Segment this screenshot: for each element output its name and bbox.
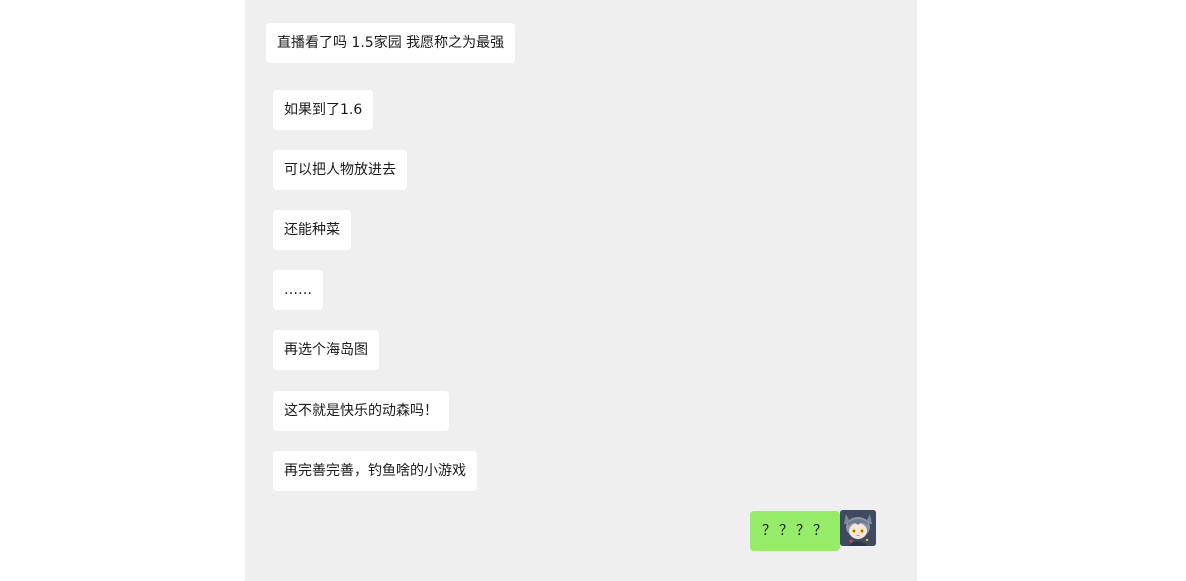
anime-character-avatar-icon[interactable] bbox=[840, 510, 876, 546]
message-bubble-3[interactable]: 可以把人物放进去 bbox=[273, 150, 407, 190]
message-bubble-8[interactable]: 再完善完善，钓鱼啥的小游戏 bbox=[273, 451, 477, 491]
message-bubble-1[interactable]: 直播看了吗 1.5家园 我愿称之为最强 bbox=[266, 23, 516, 63]
chat-panel: 直播看了吗 1.5家园 我愿称之为最强 如果到了1.6 可以把人物放进去 还能种… bbox=[245, 0, 917, 581]
message-bubble-2[interactable]: 如果到了1.6 bbox=[273, 90, 374, 130]
message-bubble-4[interactable]: 还能种菜 bbox=[273, 210, 351, 250]
message-bubble-5[interactable]: …… bbox=[273, 270, 323, 310]
my-message-bubble[interactable]: ？？？？ bbox=[750, 511, 846, 551]
message-bubble-7[interactable]: 这不就是快乐的动森吗！ bbox=[273, 391, 449, 431]
message-bubble-6[interactable]: 再选个海岛图 bbox=[273, 330, 379, 370]
